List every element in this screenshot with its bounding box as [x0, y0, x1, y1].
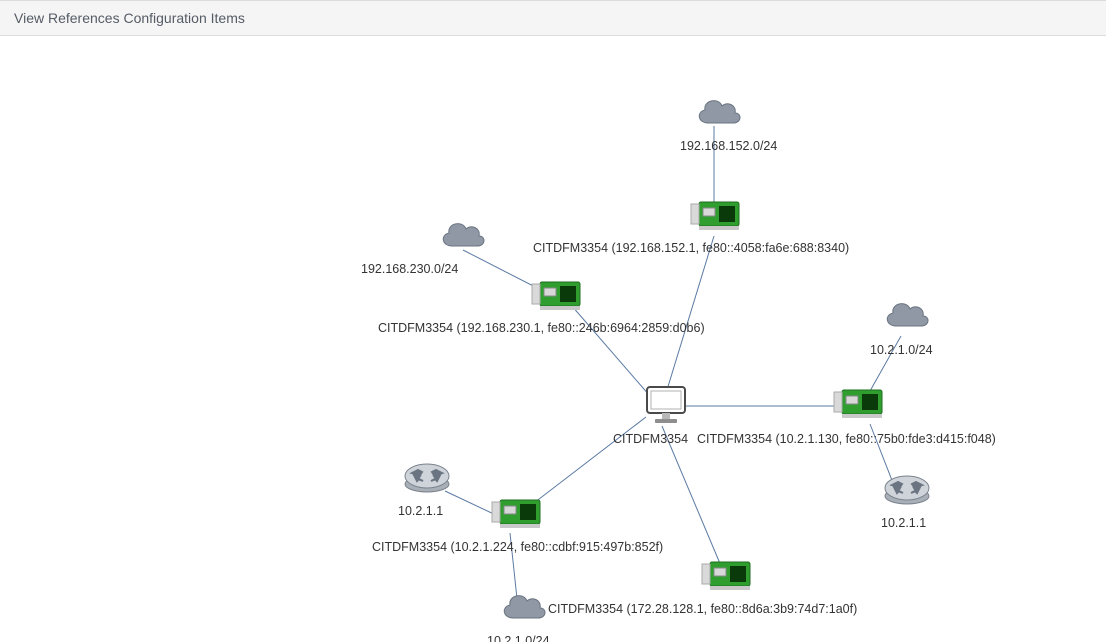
node-label: CITDFM3354 (10.2.1.130, fe80::75b0:fde3:… [697, 432, 996, 446]
node-nic-192-168-230-1[interactable] [527, 276, 587, 316]
router-icon [881, 468, 933, 508]
router-icon [401, 456, 453, 496]
node-label: 10.2.1.1 [881, 516, 926, 530]
node-cloud-192-168-230[interactable] [432, 219, 492, 253]
node-cloud-192-168-152[interactable] [688, 96, 748, 130]
node-router-right-10-2-1-1[interactable] [877, 468, 937, 508]
topology-canvas[interactable]: 192.168.152.0/24 CITDFM3354 (192.168.152… [0, 36, 1106, 642]
link [663, 236, 714, 403]
nic-icon [832, 384, 886, 424]
node-label: 10.2.1.0/24 [487, 634, 550, 642]
page-title-bar: View References Configuration Items [0, 0, 1106, 36]
link [530, 417, 646, 506]
link [662, 426, 724, 573]
nic-icon [689, 196, 743, 236]
node-label: CITDFM3354 (192.168.152.1, fe80::4058:fa… [533, 241, 849, 255]
node-label: 10.2.1.1 [398, 504, 443, 518]
node-label: CITDFM3354 (172.28.128.1, fe80::8d6a:3b9… [548, 602, 857, 616]
node-label: CITDFM3354 (192.168.230.1, fe80::246b:69… [378, 321, 705, 335]
node-nic-192-168-152-1[interactable] [686, 196, 746, 236]
node-nic-172-28-128-1[interactable] [697, 556, 757, 596]
cloud-icon [881, 299, 931, 333]
nic-icon [490, 494, 544, 534]
nic-icon [700, 556, 754, 596]
node-label: CITDFM3354 [613, 432, 688, 446]
node-router-left-10-2-1-1[interactable] [397, 456, 457, 496]
node-label: 10.2.1.0/24 [870, 343, 933, 357]
page-title: View References Configuration Items [14, 10, 245, 26]
computer-icon [641, 383, 691, 427]
node-cloud-10-2-1-sw[interactable] [493, 591, 553, 625]
node-label: CITDFM3354 (10.2.1.224, fe80::cdbf:915:4… [372, 540, 663, 554]
node-label: 192.168.152.0/24 [680, 139, 777, 153]
node-label: 192.168.230.0/24 [361, 262, 458, 276]
cloud-icon [437, 219, 487, 253]
node-cloud-10-2-1-right[interactable] [876, 299, 936, 333]
node-nic-10-2-1-130[interactable] [829, 384, 889, 424]
cloud-icon [693, 96, 743, 130]
cloud-icon [498, 591, 548, 625]
node-computer-citdfm3354[interactable] [636, 383, 696, 427]
nic-icon [530, 276, 584, 316]
node-nic-10-2-1-224[interactable] [487, 494, 547, 534]
